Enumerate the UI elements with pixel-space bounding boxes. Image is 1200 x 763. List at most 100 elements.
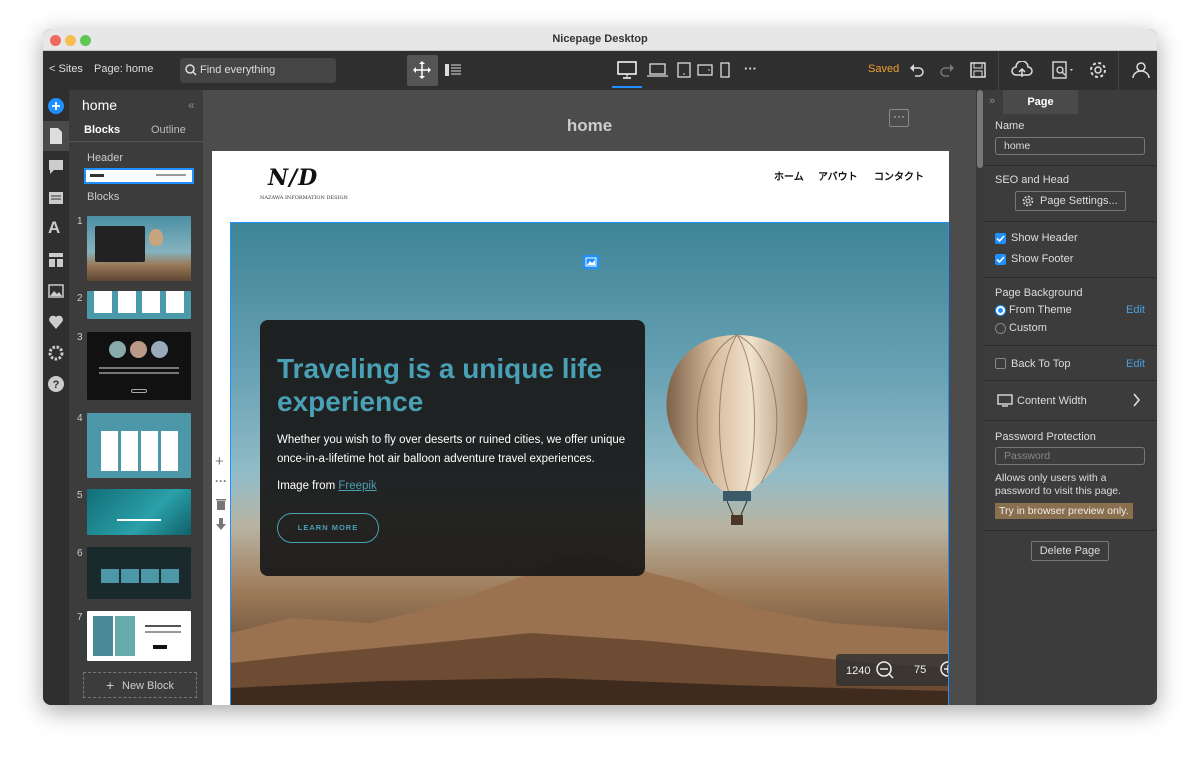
page-name-input[interactable]: home	[995, 137, 1145, 155]
top-toolbar: < Sites Page: home Find everything ··· S…	[43, 51, 1157, 90]
block-more-icon[interactable]: ···	[215, 474, 227, 488]
hero-text-card[interactable]: Traveling is a unique life experience Wh…	[260, 320, 645, 576]
expand-panel-icon[interactable]: »	[989, 95, 995, 107]
save-icon[interactable]	[970, 62, 986, 78]
preview-note-badge: Try in browser preview only.	[995, 503, 1133, 519]
block-thumbnail-3[interactable]	[87, 332, 191, 400]
page-settings-button[interactable]: Page Settings...	[1015, 191, 1126, 211]
content-width-row[interactable]: Content Width	[984, 381, 1157, 419]
settings-gear-icon[interactable]	[1089, 61, 1107, 79]
from-theme-label: From Theme	[1009, 304, 1072, 316]
pages-icon[interactable]	[48, 128, 64, 144]
more-views-icon[interactable]: ···	[744, 61, 757, 76]
editor-canvas: home ··· N/D NAZAWA INFORMATION DESIGN ホ…	[203, 90, 976, 705]
block-thumbnail-4[interactable]	[87, 413, 191, 478]
block-thumbnail-2[interactable]	[87, 291, 191, 319]
show-footer-label: Show Footer	[1011, 253, 1074, 265]
publish-cloud-icon[interactable]	[1011, 61, 1033, 79]
comments-icon[interactable]	[48, 159, 64, 175]
help-icon[interactable]: ?	[48, 376, 64, 392]
text-mode-icon[interactable]	[445, 63, 461, 77]
tablet-landscape-view-icon[interactable]	[697, 64, 713, 76]
user-account-icon[interactable]	[1132, 61, 1150, 79]
search-box[interactable]: Find everything	[180, 58, 336, 83]
undo-icon[interactable]	[909, 63, 925, 77]
page-indicator[interactable]: Page: home	[94, 63, 153, 75]
page-options-button[interactable]: ···	[889, 109, 909, 127]
show-footer-checkbox[interactable]	[995, 254, 1006, 265]
svg-text:?: ?	[53, 379, 60, 391]
block-thumbnail-1[interactable]	[87, 216, 191, 281]
desktop-view-icon[interactable]	[617, 61, 637, 79]
laptop-view-icon[interactable]	[647, 63, 668, 77]
block-number: 4	[77, 413, 83, 424]
header-section-label: Header	[87, 152, 124, 164]
nav-item-home[interactable]: ホーム	[774, 168, 804, 183]
background-image-icon[interactable]	[583, 255, 599, 269]
scrollbar-thumb[interactable]	[977, 90, 983, 168]
block-gutter: + ···	[212, 222, 230, 705]
add-block-icon[interactable]: +	[215, 453, 224, 470]
active-view-indicator	[612, 86, 642, 88]
back-to-top-checkbox[interactable]	[995, 358, 1006, 369]
password-input[interactable]: Password	[995, 447, 1145, 465]
redo-icon[interactable]	[939, 63, 955, 77]
collapse-panel-icon[interactable]: «	[188, 98, 195, 112]
layout-icon[interactable]	[48, 252, 64, 268]
block-thumbnail-5[interactable]	[87, 489, 191, 535]
zoom-controls: 1240 75	[836, 654, 949, 686]
delete-block-icon[interactable]	[216, 498, 226, 510]
block-number: 1	[77, 216, 83, 227]
page-title: home	[566, 116, 613, 135]
hot-air-balloon-image	[666, 334, 808, 525]
hero-heading[interactable]: Traveling is a unique life experience	[277, 352, 632, 418]
new-block-button[interactable]: + New Block	[83, 672, 197, 698]
canvas-width-value[interactable]: 1240	[846, 665, 870, 677]
app-window: Nicepage Desktop < Sites Page: home Find…	[43, 29, 1157, 705]
properties-panel: » Page Name home SEO and Head Page Setti…	[984, 90, 1157, 705]
custom-radio[interactable]	[995, 323, 1006, 334]
back-to-top-edit-link[interactable]: Edit	[1126, 358, 1145, 370]
add-icon[interactable]	[48, 98, 64, 114]
tab-blocks[interactable]: Blocks	[84, 124, 120, 136]
from-theme-radio[interactable]	[995, 305, 1006, 316]
learn-more-button[interactable]: LEARN MORE	[277, 513, 379, 543]
background-edit-link[interactable]: Edit	[1126, 304, 1145, 316]
plus-icon: +	[106, 677, 115, 693]
search-input[interactable]: Find everything	[200, 64, 275, 76]
site-logo[interactable]: N/D	[268, 165, 318, 191]
move-down-icon[interactable]	[216, 518, 226, 530]
block-thumbnail-7[interactable]	[87, 611, 191, 661]
images-icon[interactable]	[48, 283, 64, 299]
canvas-scrollbar[interactable]	[976, 90, 984, 705]
phone-view-icon[interactable]	[720, 62, 730, 78]
block-thumbnail-6[interactable]	[87, 547, 191, 599]
zoom-in-icon[interactable]	[940, 661, 949, 679]
panel-title: home	[82, 97, 118, 113]
hero-section[interactable]: Traveling is a unique life experience Wh…	[230, 222, 949, 705]
typography-icon[interactable]: A	[48, 218, 64, 237]
header-block-thumbnail[interactable]	[84, 168, 194, 184]
site-header[interactable]: N/D NAZAWA INFORMATION DESIGN ホーム アバウト コ…	[212, 151, 949, 222]
tablet-view-icon[interactable]	[677, 62, 691, 78]
nav-item-about[interactable]: アバウト	[818, 168, 858, 183]
tab-outline[interactable]: Outline	[151, 124, 186, 136]
zoom-out-icon[interactable]	[876, 661, 894, 679]
search-icon	[185, 64, 197, 76]
favorites-heart-icon[interactable]	[48, 314, 64, 330]
preview-icon[interactable]	[1052, 61, 1076, 79]
freepik-link[interactable]: Freepik	[338, 480, 376, 492]
chevron-right-icon	[1133, 393, 1141, 407]
hero-body[interactable]: Whether you wish to fly over deserts or …	[277, 431, 632, 469]
move-tool-button[interactable]	[407, 55, 438, 86]
blocks-icon[interactable]	[48, 190, 64, 206]
site-settings-gear-icon[interactable]	[48, 345, 64, 361]
show-header-checkbox[interactable]	[995, 233, 1006, 244]
zoom-level-value[interactable]: 75	[914, 664, 926, 676]
delete-page-button[interactable]: Delete Page	[1031, 541, 1109, 561]
tab-page[interactable]: Page	[1003, 90, 1078, 114]
nav-item-contact[interactable]: コンタクト	[874, 168, 924, 183]
seo-label: SEO and Head	[995, 174, 1069, 186]
divider	[984, 530, 1157, 531]
sites-back-link[interactable]: < Sites	[49, 63, 83, 75]
